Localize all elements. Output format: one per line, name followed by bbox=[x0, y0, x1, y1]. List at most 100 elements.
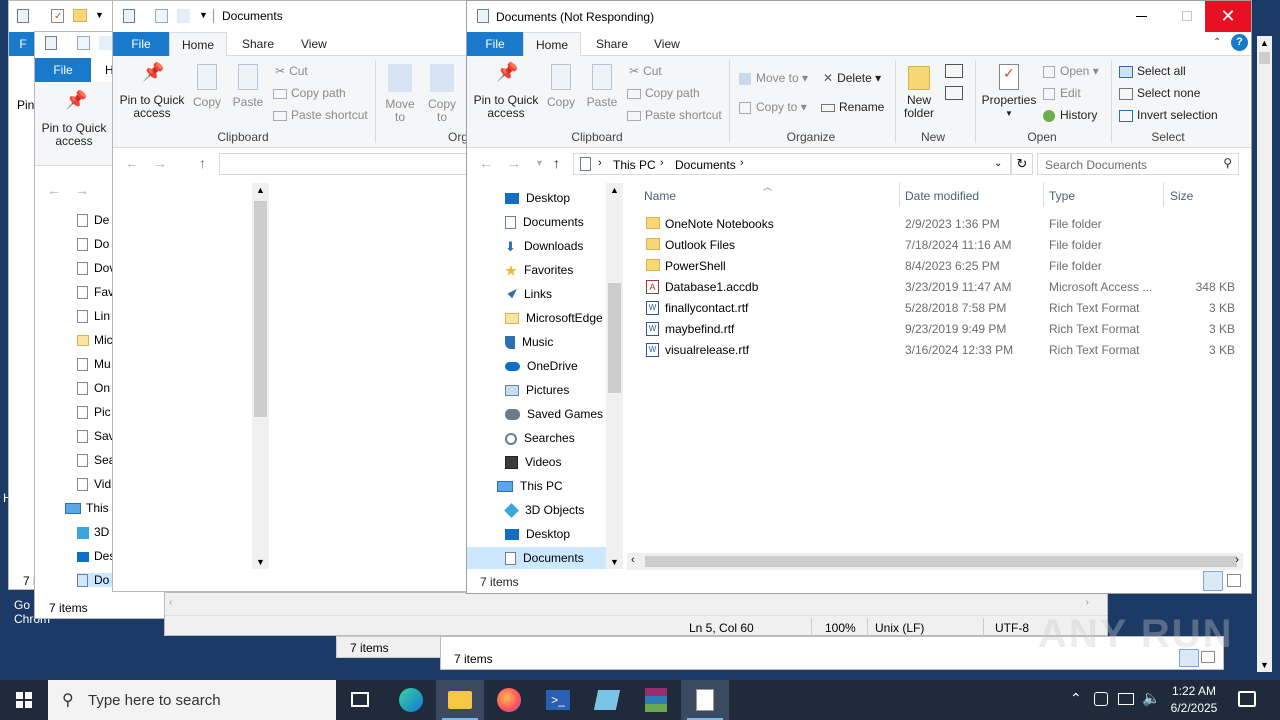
sidebar-item-searches[interactable]: Searches bbox=[505, 427, 575, 449]
tab-home[interactable]: Home bbox=[523, 32, 581, 57]
table-row[interactable]: Wvisualrelease.rtf 3/16/2024 12:33 PM Rich… bbox=[627, 339, 1243, 360]
open-button[interactable]: Open ▾ bbox=[1043, 64, 1099, 78]
taskbar-file-explorer[interactable] bbox=[436, 680, 484, 720]
cut-button[interactable]: ✂ Cut bbox=[629, 64, 662, 78]
sidebar-item-saved-games[interactable]: Saved Games bbox=[505, 403, 603, 425]
scroll-thumb[interactable] bbox=[1259, 52, 1270, 64]
sidebar-item-pictures[interactable]: Pictures bbox=[505, 379, 569, 401]
tab-file[interactable]: File bbox=[467, 32, 523, 56]
search-box[interactable]: Search Documents ⚲ bbox=[1037, 153, 1239, 175]
tree-scrollbar[interactable]: ▲ ▼ bbox=[252, 183, 269, 569]
scroll-right-arrow[interactable]: › bbox=[1086, 597, 1089, 608]
navigation-pane[interactable]: Desktop Documents ⬇ Downloads Favorites Links… bbox=[467, 183, 623, 569]
easy-access-icon[interactable] bbox=[945, 86, 963, 100]
close-button[interactable]: ✕ bbox=[1205, 1, 1251, 32]
tree-item[interactable]: Mu bbox=[77, 357, 111, 372]
chevron-down-icon[interactable]: ▼ bbox=[95, 10, 104, 20]
file-list[interactable]: ︿ Name Date modified Type Size OneNote N… bbox=[627, 182, 1243, 551]
forward-arrow[interactable]: → bbox=[75, 182, 89, 198]
right-edge-scrollbar[interactable]: ▲ ▼ bbox=[1257, 36, 1272, 672]
table-row[interactable]: Wfinallycontact.rtf 5/28/2018 7:58 PM Rich… bbox=[627, 297, 1243, 318]
sidebar-item-favorites[interactable]: Favorites bbox=[505, 259, 573, 281]
table-row[interactable]: OneNote Notebooks 2/9/2023 1:36 PM File fo… bbox=[627, 213, 1243, 234]
copy-path-button[interactable]: Copy path bbox=[627, 86, 700, 100]
pin-to-quick-access-button[interactable]: 📌 Pin to Quick access bbox=[117, 63, 187, 120]
address-bar[interactable] bbox=[219, 153, 472, 175]
new-folder-button[interactable]: New folder bbox=[899, 66, 939, 120]
horizontal-scrollbar[interactable]: ‹ › bbox=[165, 595, 1093, 612]
back-arrow[interactable]: ← bbox=[125, 155, 139, 171]
scroll-thumb[interactable] bbox=[608, 283, 621, 393]
scroll-right-arrow[interactable]: › bbox=[1235, 554, 1239, 566]
file-list-hscrollbar[interactable]: ‹ › bbox=[627, 553, 1243, 570]
properties-quick-icon[interactable]: ✓ bbox=[51, 9, 64, 23]
select-all-button[interactable]: Select all bbox=[1119, 64, 1186, 78]
notepad-window[interactable]: ‹ › Ln 5, Col 60 100% Unix (LF) UTF-8 bbox=[164, 592, 1108, 636]
copy-to-button[interactable]: Copy to bbox=[423, 64, 461, 124]
taskbar-powershell[interactable]: >_ bbox=[534, 680, 582, 720]
forward-arrow[interactable]: → bbox=[507, 155, 521, 171]
address-dropdown-icon[interactable]: ⌄ bbox=[994, 158, 1002, 169]
task-view-button[interactable] bbox=[336, 680, 384, 720]
address-bar[interactable]: › This PC › Documents › ⌄ bbox=[573, 153, 1011, 175]
scroll-thumb[interactable] bbox=[254, 201, 267, 417]
tab-view[interactable]: View bbox=[654, 37, 680, 51]
move-to-button[interactable]: Move to bbox=[381, 64, 419, 124]
sidebar-item-microsoftedge[interactable]: MicrosoftEdge bbox=[505, 307, 603, 329]
invert-selection-button[interactable]: Invert selection bbox=[1119, 108, 1218, 122]
paste-shortcut-button[interactable]: Paste shortcut bbox=[627, 108, 722, 122]
pin-to-quick-access-button[interactable]: 📌 Pin to Quick access bbox=[471, 63, 541, 120]
volume-icon[interactable]: 🔈 bbox=[1142, 689, 1161, 707]
tab-view[interactable]: View bbox=[301, 37, 327, 51]
show-hidden-icons-chevron[interactable]: ⌃ bbox=[1070, 690, 1082, 707]
tab-share[interactable]: Share bbox=[242, 37, 274, 51]
chevron-down-icon[interactable]: ▼ bbox=[199, 10, 208, 20]
tab-file[interactable]: File bbox=[113, 32, 169, 56]
scroll-down-arrow[interactable]: ▼ bbox=[256, 557, 265, 567]
tree-item[interactable]: Do bbox=[77, 237, 109, 252]
new-item-icon[interactable] bbox=[945, 64, 963, 78]
new-folder-quick-icon[interactable] bbox=[73, 9, 87, 22]
tree-item[interactable]: This bbox=[65, 501, 109, 515]
pin-to-quick-access-button[interactable]: 📌 Pin to Quick access bbox=[39, 91, 109, 148]
rename-button[interactable]: Rename bbox=[821, 100, 884, 114]
history-button[interactable]: History bbox=[1043, 108, 1097, 122]
title-bar[interactable]: ▼ Documents bbox=[113, 1, 472, 32]
action-center-icon[interactable] bbox=[1238, 691, 1256, 707]
taskbar-firefox[interactable] bbox=[485, 680, 533, 720]
tree-item[interactable]: Lin bbox=[77, 309, 110, 324]
blank-quick-icon[interactable] bbox=[177, 9, 190, 23]
breadcrumb-this-pc[interactable]: This PC bbox=[613, 158, 656, 172]
title-bar[interactable]: ✓ ▼ bbox=[9, 1, 127, 32]
scroll-down-arrow[interactable]: ▼ bbox=[1260, 660, 1269, 670]
scroll-left-arrow[interactable]: ‹ bbox=[169, 597, 172, 608]
column-divider[interactable] bbox=[1043, 183, 1044, 207]
tree-item[interactable]: De bbox=[77, 213, 109, 228]
tree-item[interactable]: Fav bbox=[77, 285, 114, 300]
tree-item[interactable]: Des bbox=[77, 549, 115, 563]
tree-item[interactable]: Mic bbox=[77, 333, 113, 347]
back-arrow[interactable]: ← bbox=[479, 155, 493, 171]
taskbar-winrar[interactable] bbox=[632, 680, 680, 720]
sidebar-item-desktop[interactable]: Desktop bbox=[505, 523, 570, 545]
scroll-up-arrow[interactable]: ▲ bbox=[256, 185, 265, 195]
tab-file[interactable]: F bbox=[9, 32, 37, 56]
tree-item[interactable]: Pic bbox=[77, 405, 111, 420]
copy-path-button[interactable]: Copy path bbox=[273, 86, 346, 100]
scroll-thumb[interactable] bbox=[645, 556, 1237, 567]
scroll-down-arrow[interactable]: ▼ bbox=[610, 557, 619, 567]
table-row[interactable]: PowerShell 8/4/2023 6:25 PM File folder bbox=[627, 255, 1243, 276]
tab-share[interactable]: Share bbox=[596, 37, 628, 51]
sidebar-item-documents[interactable]: Documents bbox=[467, 547, 606, 569]
blank-quick-icon[interactable] bbox=[99, 36, 112, 50]
tree-item[interactable]: Dov bbox=[77, 261, 115, 276]
table-row[interactable]: Wmaybefind.rtf 9/23/2019 9:49 PM Rich Text… bbox=[627, 318, 1243, 339]
move-to-button[interactable]: Move to ▾ bbox=[739, 71, 808, 85]
taskbar-edge[interactable] bbox=[387, 680, 435, 720]
delete-button[interactable]: ✕ Delete ▾ bbox=[823, 71, 881, 85]
breadcrumb-documents[interactable]: Documents bbox=[675, 158, 736, 172]
edit-button[interactable]: Edit bbox=[1043, 86, 1081, 100]
up-arrow[interactable]: ↑ bbox=[199, 155, 206, 171]
tree-item[interactable]: Sav bbox=[77, 429, 115, 444]
properties-button[interactable]: ✓ Properties ▼ bbox=[981, 64, 1037, 120]
